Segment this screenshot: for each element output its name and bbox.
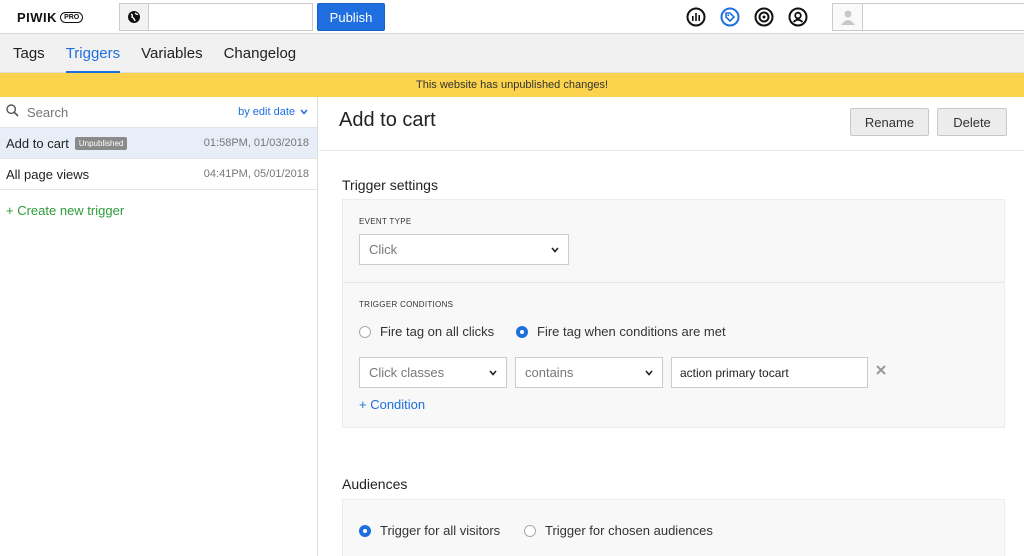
audiences-title: Audiences bbox=[342, 476, 408, 492]
search-bar: by edit date bbox=[0, 97, 317, 128]
title-divider bbox=[319, 150, 1024, 151]
user-avatar-icon bbox=[833, 4, 863, 30]
reports-icon[interactable] bbox=[686, 7, 706, 27]
radio-trigger-all-visitors[interactable]: Trigger for all visitors bbox=[359, 523, 500, 538]
tab-variables[interactable]: Variables bbox=[141, 34, 202, 73]
condition-value-input[interactable]: action primary tocart bbox=[671, 357, 868, 388]
trigger-editor: Add to cart Rename Delete Trigger settin… bbox=[319, 97, 1024, 556]
panel-divider bbox=[343, 282, 1004, 283]
condition-value-text: action primary tocart bbox=[680, 365, 789, 380]
logo-badge: PRO bbox=[60, 11, 84, 23]
unpublished-badge: Unpublished bbox=[74, 136, 128, 150]
audiences-panel: Trigger for all visitors Trigger for cho… bbox=[342, 499, 1005, 556]
tab-triggers[interactable]: Triggers bbox=[65, 34, 121, 73]
search-input[interactable] bbox=[27, 104, 239, 120]
radio-button bbox=[524, 524, 536, 537]
search-icon bbox=[6, 104, 19, 120]
chevron-down-icon bbox=[489, 368, 497, 378]
logo-text: PIWIK bbox=[17, 9, 58, 25]
event-type-value: Click bbox=[369, 242, 398, 257]
globe-icon bbox=[120, 4, 149, 30]
top-bar: PIWIK PRO Publish bbox=[0, 0, 1024, 34]
trigger-list-item[interactable]: Add to cart Unpublished 01:58PM, 01/03/2… bbox=[0, 128, 317, 159]
radio-fire-conditions-met[interactable]: Fire tag when conditions are met bbox=[516, 324, 726, 339]
account-icon[interactable] bbox=[788, 7, 808, 27]
unpublished-changes-banner: This website has unpublished changes! bbox=[0, 73, 1024, 97]
trigger-list-sidebar: by edit date Add to cart Unpublished 01:… bbox=[0, 97, 318, 556]
radio-label: Trigger for chosen audiences bbox=[545, 523, 713, 538]
condition-operator-select[interactable]: contains bbox=[515, 357, 663, 388]
banner-text: This website has unpublished changes! bbox=[415, 79, 608, 91]
condition-operator-value: contains bbox=[525, 365, 574, 380]
audience-icon[interactable] bbox=[754, 7, 774, 27]
radio-label: Fire tag when conditions are met bbox=[537, 324, 726, 339]
trigger-date: 01:58PM, 01/03/2018 bbox=[203, 137, 309, 149]
main-navigation: Tags Triggers Variables Changelog bbox=[0, 34, 1024, 73]
chevron-down-icon bbox=[551, 245, 559, 255]
sort-label: by edit date bbox=[238, 106, 295, 118]
condition-variable-select[interactable]: Click classes bbox=[359, 357, 507, 388]
radio-button-selected bbox=[516, 325, 528, 338]
tab-changelog[interactable]: Changelog bbox=[224, 34, 297, 73]
publish-button[interactable]: Publish bbox=[317, 3, 385, 31]
module-switcher bbox=[686, 7, 808, 27]
radio-button bbox=[359, 325, 371, 338]
radio-fire-all-clicks[interactable]: Fire tag on all clicks bbox=[359, 324, 494, 339]
trigger-date: 04:41PM, 05/01/2018 bbox=[203, 168, 309, 180]
radio-button-selected bbox=[359, 524, 371, 537]
user-menu[interactable] bbox=[832, 3, 1024, 31]
add-condition-link[interactable]: + Condition bbox=[359, 397, 425, 412]
event-type-select[interactable]: Click bbox=[359, 234, 569, 265]
chevron-down-icon bbox=[300, 106, 308, 118]
trigger-name: All page views bbox=[6, 166, 90, 182]
condition-variable-value: Click classes bbox=[369, 365, 445, 380]
page-title: Add to cart bbox=[339, 109, 436, 131]
trigger-conditions-label: TRIGGER CONDITIONS bbox=[359, 300, 454, 309]
create-new-trigger-link[interactable]: + Create new trigger bbox=[6, 203, 124, 218]
rename-button[interactable]: Rename bbox=[850, 108, 929, 136]
trigger-name: Add to cart bbox=[6, 135, 69, 151]
radio-label: Fire tag on all clicks bbox=[380, 324, 495, 339]
radio-trigger-chosen-audiences[interactable]: Trigger for chosen audiences bbox=[524, 523, 713, 538]
radio-label: Trigger for all visitors bbox=[380, 523, 501, 538]
close-icon[interactable] bbox=[876, 362, 886, 378]
trigger-list-item[interactable]: All page views 04:41PM, 05/01/2018 bbox=[0, 159, 317, 190]
trigger-settings-panel: EVENT TYPE Click TRIGGER CONDITIONS Fire… bbox=[342, 199, 1005, 428]
delete-button[interactable]: Delete bbox=[937, 108, 1007, 136]
sort-selector[interactable]: by edit date bbox=[238, 106, 308, 118]
piwik-pro-logo[interactable]: PIWIK PRO bbox=[17, 9, 84, 25]
trigger-settings-title: Trigger settings bbox=[342, 177, 438, 193]
tag-manager-icon[interactable] bbox=[720, 7, 740, 27]
website-selector[interactable] bbox=[119, 3, 313, 31]
event-type-label: EVENT TYPE bbox=[359, 217, 412, 226]
tab-tags[interactable]: Tags bbox=[13, 34, 45, 73]
chevron-down-icon bbox=[645, 368, 653, 378]
